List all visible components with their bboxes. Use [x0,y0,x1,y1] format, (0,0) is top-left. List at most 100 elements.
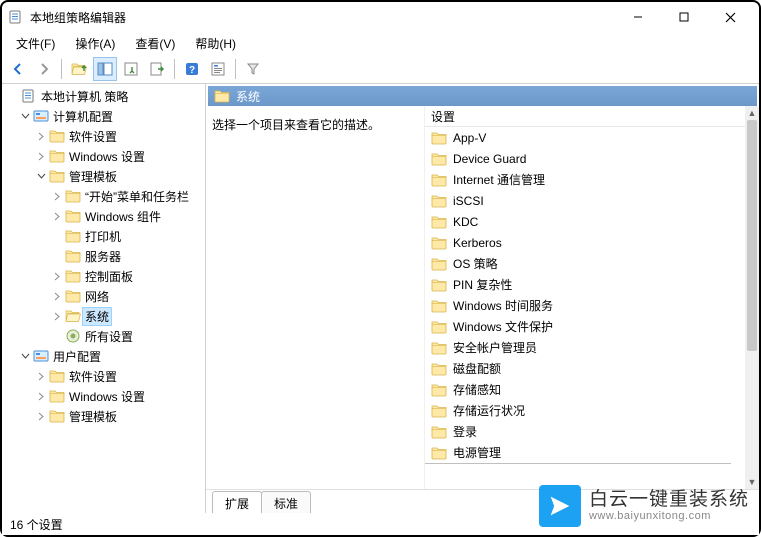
folder-icon [431,298,447,314]
back-button[interactable] [6,57,30,81]
chevron-right-icon[interactable] [34,412,48,421]
tree-item-label: 软件设置 [66,367,120,386]
menu-view[interactable]: 查看(V) [125,33,185,54]
chevron-right-icon[interactable] [34,152,48,161]
list-item[interactable]: App-V [425,127,745,148]
tree-item-label: Windows 组件 [82,207,164,226]
list-item[interactable]: 电源管理 [425,442,745,463]
tree-software-settings[interactable]: 软件设置 [2,126,205,146]
tree-item-label: “开始”菜单和任务栏 [82,187,192,206]
minimize-button[interactable] [615,2,661,32]
chevron-right-icon[interactable] [50,212,64,221]
tree-pane[interactable]: 本地计算机 策略 计算机配置 软件设置 Windows 设置 管理模板 “开始”… [2,84,206,513]
folder-icon [64,188,82,204]
list-column-header: 设置 [431,108,455,125]
tree-network[interactable]: 网络 [2,286,205,306]
list-header: 设置 [425,106,745,127]
list-item[interactable]: 存储运行状况 [425,400,745,421]
tree-user-config[interactable]: 用户配置 [2,346,205,366]
maximize-button[interactable] [661,2,707,32]
menu-file[interactable]: 文件(F) [6,33,65,54]
folder-icon [48,408,66,424]
tree-windows-settings[interactable]: Windows 设置 [2,146,205,166]
chevron-down-icon[interactable] [18,112,32,121]
properties-button[interactable] [206,57,230,81]
folder-icon [431,277,447,293]
folder-open-icon [64,308,82,324]
folder-icon [64,268,82,284]
folder-icon [431,424,447,440]
menu-help[interactable]: 帮助(H) [185,33,246,54]
chevron-right-icon[interactable] [50,192,64,201]
scroll-track[interactable] [745,120,759,475]
list-item-label: 电源管理 [453,444,501,461]
tree-admin-templates-user[interactable]: 管理模板 [2,406,205,426]
list-item-label: Windows 文件保护 [453,318,553,335]
list-item-label: App-V [453,131,486,145]
list-item[interactable]: Internet 通信管理 [425,169,745,190]
tree-software-settings-user[interactable]: 软件设置 [2,366,205,386]
tree-root[interactable]: 本地计算机 策略 [2,86,205,106]
list-item[interactable]: OS 策略 [425,253,745,274]
config-icon [32,108,50,124]
list-item[interactable]: PIN 复杂性 [425,274,745,295]
filter-button[interactable] [241,57,265,81]
tree-system[interactable]: 系统 [2,306,205,326]
list-item[interactable]: 登录 [425,421,745,442]
tree-start-taskbar[interactable]: “开始”菜单和任务栏 [2,186,205,206]
description-column: 选择一个项目来查看它的描述。 [206,106,424,489]
help-button[interactable]: ? [180,57,204,81]
tree-windows-components[interactable]: Windows 组件 [2,206,205,226]
forward-button[interactable] [32,57,56,81]
close-button[interactable] [707,2,753,32]
tree-control-panel[interactable]: 控制面板 [2,266,205,286]
status-text: 16 个设置 [10,516,63,533]
list-item-label: iSCSI [453,194,484,208]
chevron-down-icon[interactable] [34,172,48,181]
list-item[interactable]: 安全帐户管理员 [425,337,745,358]
scroll-up-button[interactable]: ▲ [745,106,759,120]
show-tree-button[interactable] [93,57,117,81]
folder-icon [431,193,447,209]
policy-root-icon [20,88,38,104]
chevron-right-icon[interactable] [34,372,48,381]
list-item[interactable]: Windows 文件保护 [425,316,745,337]
tree-admin-templates[interactable]: 管理模板 [2,166,205,186]
scrollbar[interactable]: ▲ ▼ [745,106,759,489]
list-item[interactable]: KDC [425,211,745,232]
list-item[interactable]: Kerberos [425,232,745,253]
chevron-right-icon[interactable] [50,272,64,281]
tab-extended[interactable]: 扩展 [212,491,262,513]
tree-printers[interactable]: 打印机 [2,226,205,246]
content-list[interactable]: 设置 App-V Device GuardInternet 通信管理 iSCSI KDC… [424,106,745,489]
tree-all-settings[interactable]: 所有设置 [2,326,205,346]
scroll-thumb[interactable] [747,120,757,351]
tree-item-label: 管理模板 [66,167,120,186]
folder-icon [431,403,447,419]
list-item-label: 存储运行状况 [453,402,525,419]
menu-action[interactable]: 操作(A) [65,33,125,54]
refresh-button[interactable] [119,57,143,81]
tab-standard[interactable]: 标准 [261,491,311,513]
chevron-right-icon[interactable] [34,132,48,141]
list-item-label: 登录 [453,423,477,440]
folder-icon [431,361,447,377]
export-button[interactable] [145,57,169,81]
scroll-down-button[interactable]: ▼ [745,475,759,489]
tree-item-label: 计算机配置 [50,107,116,126]
tree-servers[interactable]: 服务器 [2,246,205,266]
list-item[interactable]: iSCSI [425,190,745,211]
content-header: 系统 [208,86,757,106]
list-item[interactable]: Device Guard [425,148,745,169]
tree-computer-config[interactable]: 计算机配置 [2,106,205,126]
chevron-right-icon[interactable] [50,312,64,321]
list-item[interactable]: Windows 时间服务 [425,295,745,316]
tree-windows-settings-user[interactable]: Windows 设置 [2,386,205,406]
list-item[interactable]: 磁盘配额 [425,358,745,379]
list-item[interactable]: 存储感知 [425,379,745,400]
chevron-down-icon[interactable] [18,352,32,361]
up-level-button[interactable] [67,57,91,81]
list-item-label: KDC [453,215,478,229]
chevron-right-icon[interactable] [34,392,48,401]
chevron-right-icon[interactable] [50,292,64,301]
